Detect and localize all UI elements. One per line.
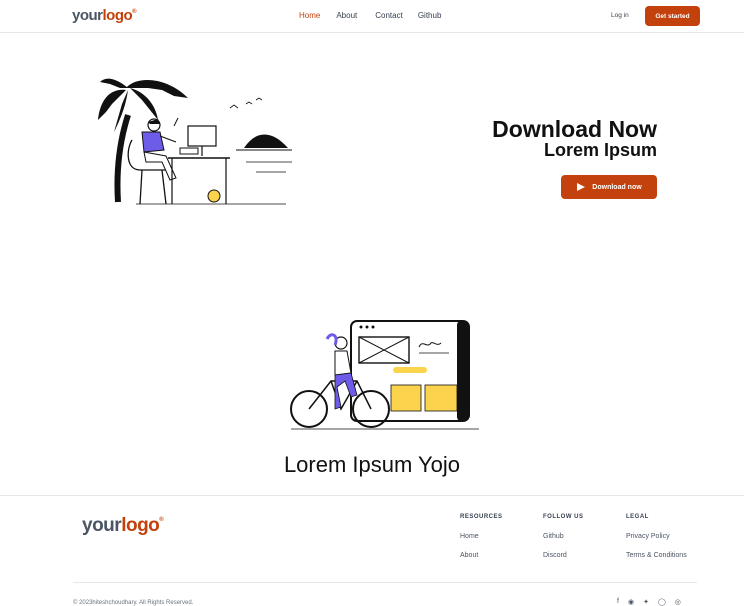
discord-icon[interactable]: ◉ <box>628 598 634 606</box>
nav-link-about[interactable]: About <box>336 11 357 20</box>
footer-link-about[interactable]: About <box>460 552 503 559</box>
footer-link-terms[interactable]: Terms & Conditions <box>626 552 687 559</box>
cyclist-illustration <box>290 320 479 430</box>
footer-divider <box>73 582 697 583</box>
hero-subtitle: Lorem Ipsum <box>543 140 657 160</box>
footer-logo[interactable]: yourlogo® <box>82 515 164 537</box>
footer-link-home[interactable]: Home <box>460 533 503 540</box>
nav-link-home[interactable]: Home <box>299 11 320 20</box>
footer-heading: RESOURCES <box>460 514 503 520</box>
facebook-icon[interactable]: f <box>617 598 619 606</box>
dribbble-icon[interactable]: ◎ <box>675 598 681 606</box>
section-title: Lorem Ipsum Yojo <box>283 452 461 477</box>
footer-heading: FOLLOW US <box>543 514 584 520</box>
twitter-icon[interactable]: ✦ <box>643 598 649 606</box>
footer <box>0 495 744 496</box>
footer-col-resources: RESOURCES Home About <box>460 514 503 571</box>
logo[interactable]: yourlogo® <box>72 7 137 24</box>
footer-link-privacy[interactable]: Privacy Policy <box>626 533 687 540</box>
hero-illustration <box>98 78 292 205</box>
get-started-button[interactable]: Get started <box>645 6 700 26</box>
footer-link-github[interactable]: Github <box>543 533 584 540</box>
footer-col-legal: LEGAL Privacy Policy Terms & Conditions <box>626 514 687 571</box>
footer-heading: LEGAL <box>626 514 649 520</box>
nav-links: Home About Contact Github <box>299 11 441 20</box>
social-links: f ◉ ✦ ◯ ◎ <box>617 598 681 606</box>
download-now-button[interactable]: Download now <box>561 175 657 199</box>
github-icon[interactable]: ◯ <box>658 598 666 606</box>
login-link[interactable]: Log in <box>611 12 629 19</box>
footer-col-follow: FOLLOW US Github Discord <box>543 514 584 571</box>
footer-link-discord[interactable]: Discord <box>543 552 584 559</box>
nav-link-github[interactable]: Github <box>418 11 442 20</box>
copyright-text: © 2023hiteshchoudhary. All Rights Reserv… <box>73 600 194 606</box>
hero-title: Download Now <box>492 116 657 142</box>
nav-link-contact[interactable]: Contact <box>375 11 403 20</box>
play-store-icon <box>577 183 586 191</box>
navbar: yourlogo® Home About Contact Github Log … <box>0 0 744 33</box>
